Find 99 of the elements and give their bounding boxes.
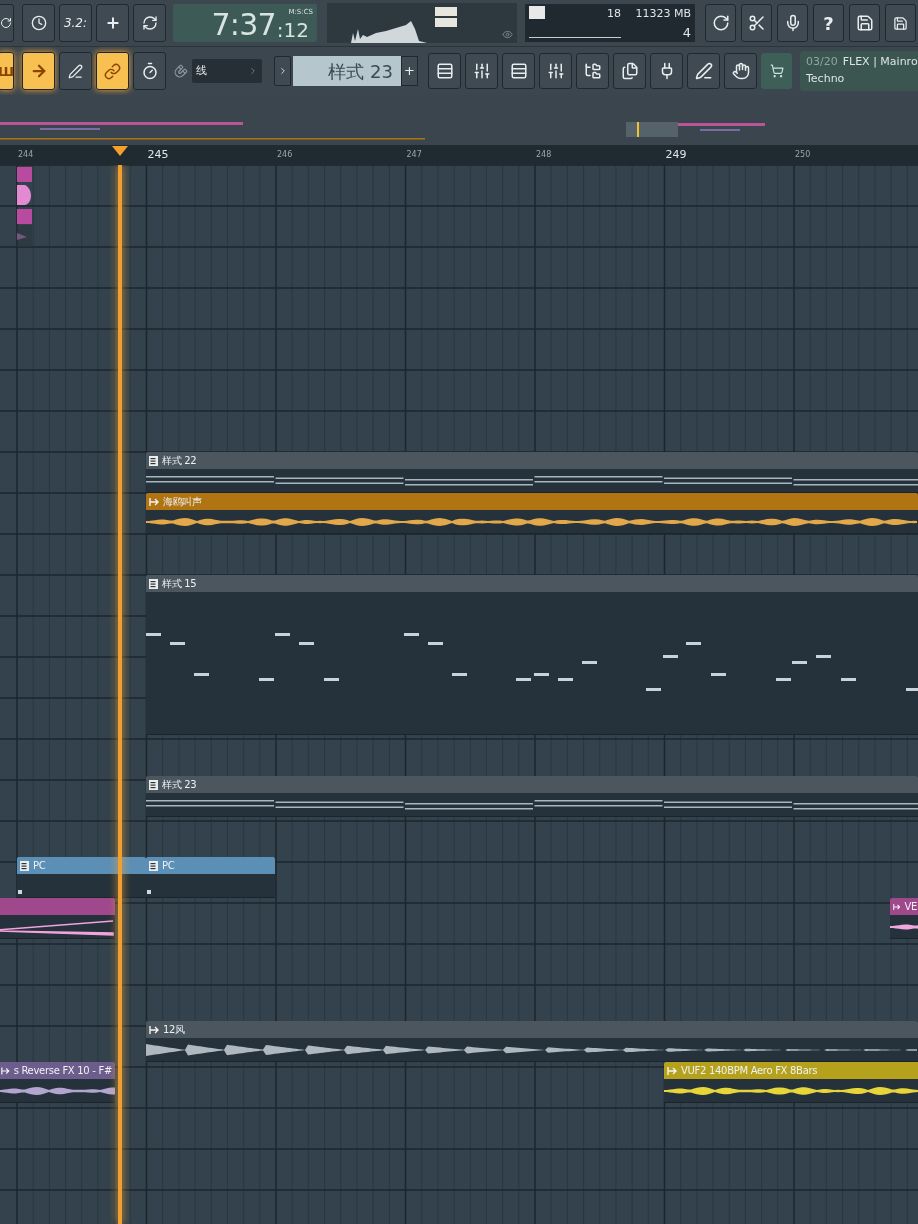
pattern-icon [149,779,158,790]
hint-counter: 03/20 [806,54,838,70]
playlist-clip[interactable] [0,898,115,939]
rotate-icon [711,14,730,32]
save-button[interactable] [849,4,880,42]
playlist-clip[interactable]: VE [890,898,918,939]
bar-number: 246 [277,151,293,159]
scissors-button[interactable] [741,4,772,42]
audio-clip-icon [893,902,901,911]
arrow-tool-button[interactable] [22,52,55,90]
clip-name: PC [162,860,175,871]
clip-name: VUF2 140BPM Aero FX 8Bars [681,1065,818,1076]
rows-button[interactable] [428,53,461,89]
cores-value: 4 [682,23,691,42]
undo-button[interactable] [0,4,14,42]
bar-number: 244 [18,151,34,159]
time-centiseconds: :12 [276,20,309,40]
clip-name: 样式 22 [162,455,197,466]
clip-start-marker [147,889,151,894]
sliders-icon [472,62,491,80]
playlist-clip[interactable]: 海鸥叫声 [146,493,918,534]
loop-button[interactable] [133,4,166,42]
playlist-clip[interactable]: 样式 22 [146,452,918,493]
pattern-icon [149,455,158,466]
shop-button[interactable] [761,53,792,89]
tempo-button[interactable]: 3.2: [59,4,92,42]
audio-clip-icon [149,497,159,506]
audio-clip-icon [1,1066,10,1075]
magnet-icon [174,64,188,78]
folder-tree-icon [583,62,602,80]
pattern-arrow-button[interactable] [274,56,291,86]
bar-number: 250 [795,151,811,159]
sliders-icon [546,62,565,80]
polyphony-value: 18 [607,6,621,22]
pen-icon [694,62,713,80]
audio-clip-icon [149,1025,159,1034]
bar-number: 248 [536,151,552,159]
rotate-icon [0,17,12,29]
microphone-button[interactable] [777,4,808,42]
clip-name: 12风 [163,1024,185,1035]
hand-icon [731,62,750,80]
clip-name: 样式 15 [162,578,197,589]
piano-roll-tool-button[interactable]: Ш [0,52,14,90]
sliders-button[interactable] [465,53,498,89]
audio-clip-icon [667,1066,677,1075]
files-button[interactable] [613,53,646,89]
time-main: 7:37 [211,10,276,40]
clip-name: 海鸥叫声 [163,496,202,507]
meter-block [435,18,457,27]
memory-value: 11323 MB [635,6,691,22]
bar-number: 245 [147,149,169,160]
playlist-clip[interactable]: 样式 23 [146,776,918,817]
link-icon [104,62,121,80]
shopping-cart-icon [769,64,784,78]
cpu-meter [529,6,545,19]
pattern-selector[interactable]: 样式 23 [293,56,401,86]
playlist-clip[interactable]: 12风 [146,1021,918,1062]
refresh-button[interactable] [705,4,736,42]
rows-button[interactable] [502,53,535,89]
clip-name: 样式 23 [162,779,197,790]
files-icon [620,62,639,80]
hand-button[interactable] [724,53,757,89]
add-pattern-button[interactable]: + [401,56,418,86]
loop-icon [141,15,158,31]
add-button[interactable] [96,4,129,42]
plus-icon [104,15,121,31]
pattern-icon [149,860,158,871]
clip-name: s Reverse FX 10 - F# [13,1065,112,1076]
clock-icon [30,15,47,31]
stopwatch-icon [140,62,159,80]
meter-block [435,7,457,16]
playlist-clip[interactable]: s Reverse FX 10 - F# [0,1062,115,1103]
bar-number: 247 [406,151,422,159]
pattern-icon [149,578,158,589]
snap-dropdown[interactable]: 线 [192,59,262,83]
help-button[interactable]: ? [813,4,844,42]
folder-tree-button[interactable] [576,53,609,89]
chevron-icon [248,66,258,76]
rows-icon [509,62,528,80]
sliders-button[interactable] [539,53,572,89]
save-as-button[interactable] [885,4,916,42]
hint-subtitle: Techno [806,71,845,85]
clock-button[interactable] [22,4,55,42]
clip-name: VE [904,901,917,912]
clip-name: PC [33,860,46,871]
pen-tool-button[interactable] [59,52,92,90]
clip-start-marker [18,889,22,894]
pattern-icon [20,860,29,871]
eye-icon [502,29,513,40]
link-tool-button[interactable] [96,52,129,90]
plug-button[interactable] [650,53,683,89]
rows-icon [435,62,454,80]
playlist-clip[interactable]: 样式 15 [146,575,918,735]
bar-number: 249 [665,149,687,160]
hint-title: FLEX | Mainro [842,54,918,70]
scissors-icon [747,14,766,32]
pen-icon [68,63,83,79]
pen-button[interactable] [687,53,720,89]
stopwatch-button[interactable] [133,52,166,90]
